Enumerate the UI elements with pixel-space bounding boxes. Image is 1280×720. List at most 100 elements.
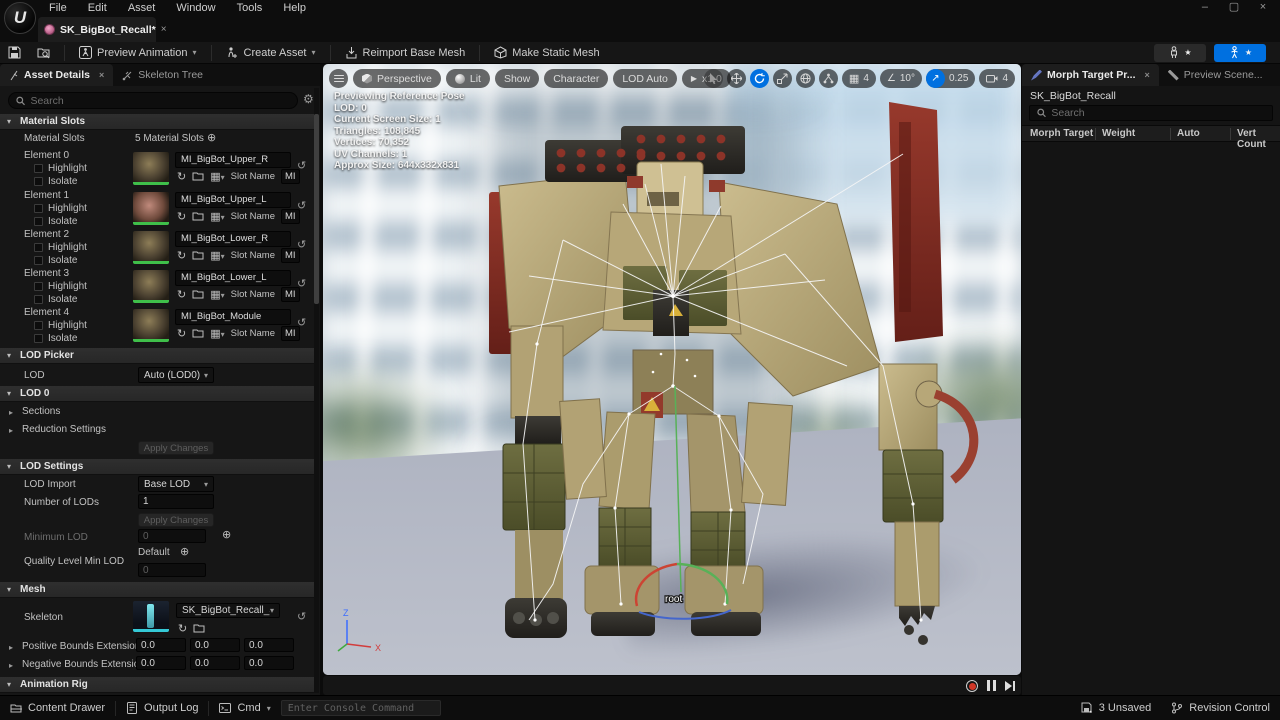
viewport-options-button[interactable] bbox=[329, 69, 348, 88]
apply-changes-button[interactable]: Apply Changes bbox=[138, 513, 214, 527]
make-static-mesh-button[interactable]: Make Static Mesh bbox=[486, 42, 607, 64]
menu-help[interactable]: Help bbox=[274, 0, 315, 16]
highlight-checkbox[interactable] bbox=[34, 243, 43, 252]
minimize-button[interactable]: – bbox=[1192, 0, 1218, 15]
section-lod-picker[interactable]: ▾ LOD Picker bbox=[0, 348, 314, 364]
menu-file[interactable]: File bbox=[40, 0, 76, 16]
expand-arrow-icon[interactable]: ▸ bbox=[9, 661, 13, 670]
section-lod-settings[interactable]: ▾ LOD Settings bbox=[0, 459, 314, 475]
bounds-x-field[interactable]: 0.0 bbox=[136, 638, 186, 652]
reset-icon[interactable]: ↺ bbox=[297, 238, 306, 251]
sections-row[interactable]: Sections bbox=[22, 406, 60, 417]
move-tool-button[interactable] bbox=[727, 69, 746, 88]
lod-import-dropdown[interactable]: Base LOD▾ bbox=[138, 476, 214, 492]
preview-character-toggle[interactable]: ★ bbox=[1154, 44, 1206, 62]
material-grid-icon[interactable]: ▦▾ bbox=[210, 210, 224, 223]
reset-icon[interactable]: ↺ bbox=[297, 610, 306, 623]
browse-icon[interactable] bbox=[193, 623, 205, 634]
bounds-y-field[interactable]: 0.0 bbox=[190, 638, 240, 652]
section-mesh[interactable]: ▾ Mesh bbox=[0, 582, 314, 598]
menu-tools[interactable]: Tools bbox=[228, 0, 272, 16]
add-quality-override-icon[interactable]: ⊕ bbox=[180, 545, 189, 558]
column-weight[interactable]: Weight bbox=[1102, 128, 1135, 139]
animation-timeline[interactable] bbox=[323, 676, 1021, 695]
material-grid-icon[interactable]: ▦▾ bbox=[210, 249, 224, 262]
console-command-input[interactable] bbox=[281, 700, 441, 716]
bounds-x-field[interactable]: 0.0 bbox=[136, 656, 186, 670]
section-material-slots[interactable]: ▾ Material Slots bbox=[0, 114, 314, 130]
perspective-button[interactable]: Perspective bbox=[353, 69, 441, 88]
tab-close-icon[interactable]: × bbox=[161, 24, 167, 35]
tab-close-icon[interactable]: × bbox=[1144, 70, 1149, 80]
bounds-y-field[interactable]: 0.0 bbox=[190, 656, 240, 670]
use-selected-asset-icon[interactable]: ↻ bbox=[177, 288, 186, 301]
create-asset-button[interactable]: Create Asset ▾ bbox=[218, 42, 324, 64]
morph-search-input[interactable] bbox=[1051, 107, 1265, 119]
material-grid-icon[interactable]: ▦▾ bbox=[210, 170, 224, 183]
reset-icon[interactable]: ↺ bbox=[297, 199, 306, 212]
lit-mode-button[interactable]: Lit bbox=[446, 69, 490, 88]
column-vert-count[interactable]: Vert Count bbox=[1237, 128, 1280, 150]
tab-close-icon[interactable]: × bbox=[99, 70, 104, 80]
preview-skeleton-toggle[interactable]: ★ bbox=[1214, 44, 1266, 62]
material-grid-icon[interactable]: ▦▾ bbox=[210, 327, 224, 340]
highlight-checkbox[interactable] bbox=[34, 321, 43, 330]
bounds-z-field[interactable]: 0.0 bbox=[244, 638, 294, 652]
material-grid-icon[interactable]: ▦▾ bbox=[210, 288, 224, 301]
tab-skeleton-tree[interactable]: Skeleton Tree bbox=[113, 64, 212, 86]
cmd-selector[interactable]: Cmd ▾ bbox=[209, 696, 280, 720]
use-selected-asset-icon[interactable]: ↻ bbox=[177, 249, 186, 262]
highlight-checkbox[interactable] bbox=[34, 164, 43, 173]
rotation-snap-control[interactable]: ∠ 10° bbox=[880, 69, 922, 88]
unsaved-button[interactable]: 3 Unsaved bbox=[1071, 696, 1162, 720]
pause-button[interactable] bbox=[987, 680, 996, 691]
expand-arrow-icon[interactable]: ▸ bbox=[9, 408, 13, 417]
close-button[interactable]: × bbox=[1250, 0, 1276, 15]
use-selected-asset-icon[interactable]: ↻ bbox=[177, 327, 186, 340]
rotate-tool-button[interactable] bbox=[750, 69, 769, 88]
snap-hierarchy-button[interactable] bbox=[819, 69, 838, 88]
isolate-checkbox[interactable] bbox=[34, 177, 43, 186]
reset-icon[interactable]: ↺ bbox=[297, 316, 306, 329]
expand-arrow-icon[interactable]: ▸ bbox=[9, 643, 13, 652]
maximize-button[interactable]: ▢ bbox=[1221, 0, 1247, 15]
details-search-bar[interactable] bbox=[8, 92, 298, 109]
bounds-z-field[interactable]: 0.0 bbox=[244, 656, 294, 670]
quality-min-lod-field[interactable]: 0 bbox=[138, 563, 206, 577]
reimport-base-mesh-button[interactable]: Reimport Base Mesh bbox=[337, 42, 474, 64]
add-material-slot-icon[interactable]: ⊕ bbox=[207, 131, 216, 144]
column-auto[interactable]: Auto bbox=[1177, 128, 1200, 139]
skeleton-thumbnail[interactable] bbox=[133, 601, 169, 632]
number-of-lods-field[interactable]: 1 bbox=[138, 494, 214, 509]
material-thumbnail[interactable] bbox=[133, 231, 169, 264]
apply-changes-button[interactable]: Apply Changes bbox=[138, 441, 214, 455]
world-local-toggle-button[interactable] bbox=[796, 69, 815, 88]
material-thumbnail[interactable] bbox=[133, 309, 169, 342]
browse-icon[interactable] bbox=[192, 289, 204, 300]
minimum-lod-field[interactable]: 0 bbox=[138, 529, 206, 543]
browse-icon[interactable] bbox=[192, 328, 204, 339]
details-search-input[interactable] bbox=[30, 95, 290, 107]
section-animation-rig[interactable]: ▾ Animation Rig bbox=[0, 677, 314, 693]
browse-icon[interactable] bbox=[192, 171, 204, 182]
camera-speed-control[interactable]: 4 bbox=[979, 69, 1015, 88]
use-selected-asset-icon[interactable]: ↻ bbox=[177, 210, 186, 223]
content-drawer-button[interactable]: Content Drawer bbox=[0, 696, 115, 720]
isolate-checkbox[interactable] bbox=[34, 256, 43, 265]
isolate-checkbox[interactable] bbox=[34, 295, 43, 304]
viewport-canvas[interactable]: root Z X Perspective Lit Show Character … bbox=[323, 64, 1021, 675]
output-log-button[interactable]: Output Log bbox=[116, 696, 208, 720]
browse-icon[interactable] bbox=[192, 250, 204, 261]
material-thumbnail[interactable] bbox=[133, 192, 169, 225]
scrollbar-thumb[interactable] bbox=[314, 114, 319, 304]
highlight-checkbox[interactable] bbox=[34, 282, 43, 291]
use-selected-asset-icon[interactable]: ↻ bbox=[177, 170, 186, 183]
reduction-settings-row[interactable]: Reduction Settings bbox=[22, 424, 106, 435]
lod-auto-button[interactable]: LOD Auto bbox=[613, 69, 677, 88]
scale-tool-button[interactable] bbox=[773, 69, 792, 88]
preview-animation-button[interactable]: Preview Animation ▾ bbox=[71, 42, 205, 64]
menu-window[interactable]: Window bbox=[167, 0, 224, 16]
add-override-icon[interactable]: ⊕ bbox=[222, 528, 231, 541]
section-lod0[interactable]: ▾ LOD 0 bbox=[0, 386, 314, 402]
select-tool-button[interactable] bbox=[704, 69, 723, 88]
